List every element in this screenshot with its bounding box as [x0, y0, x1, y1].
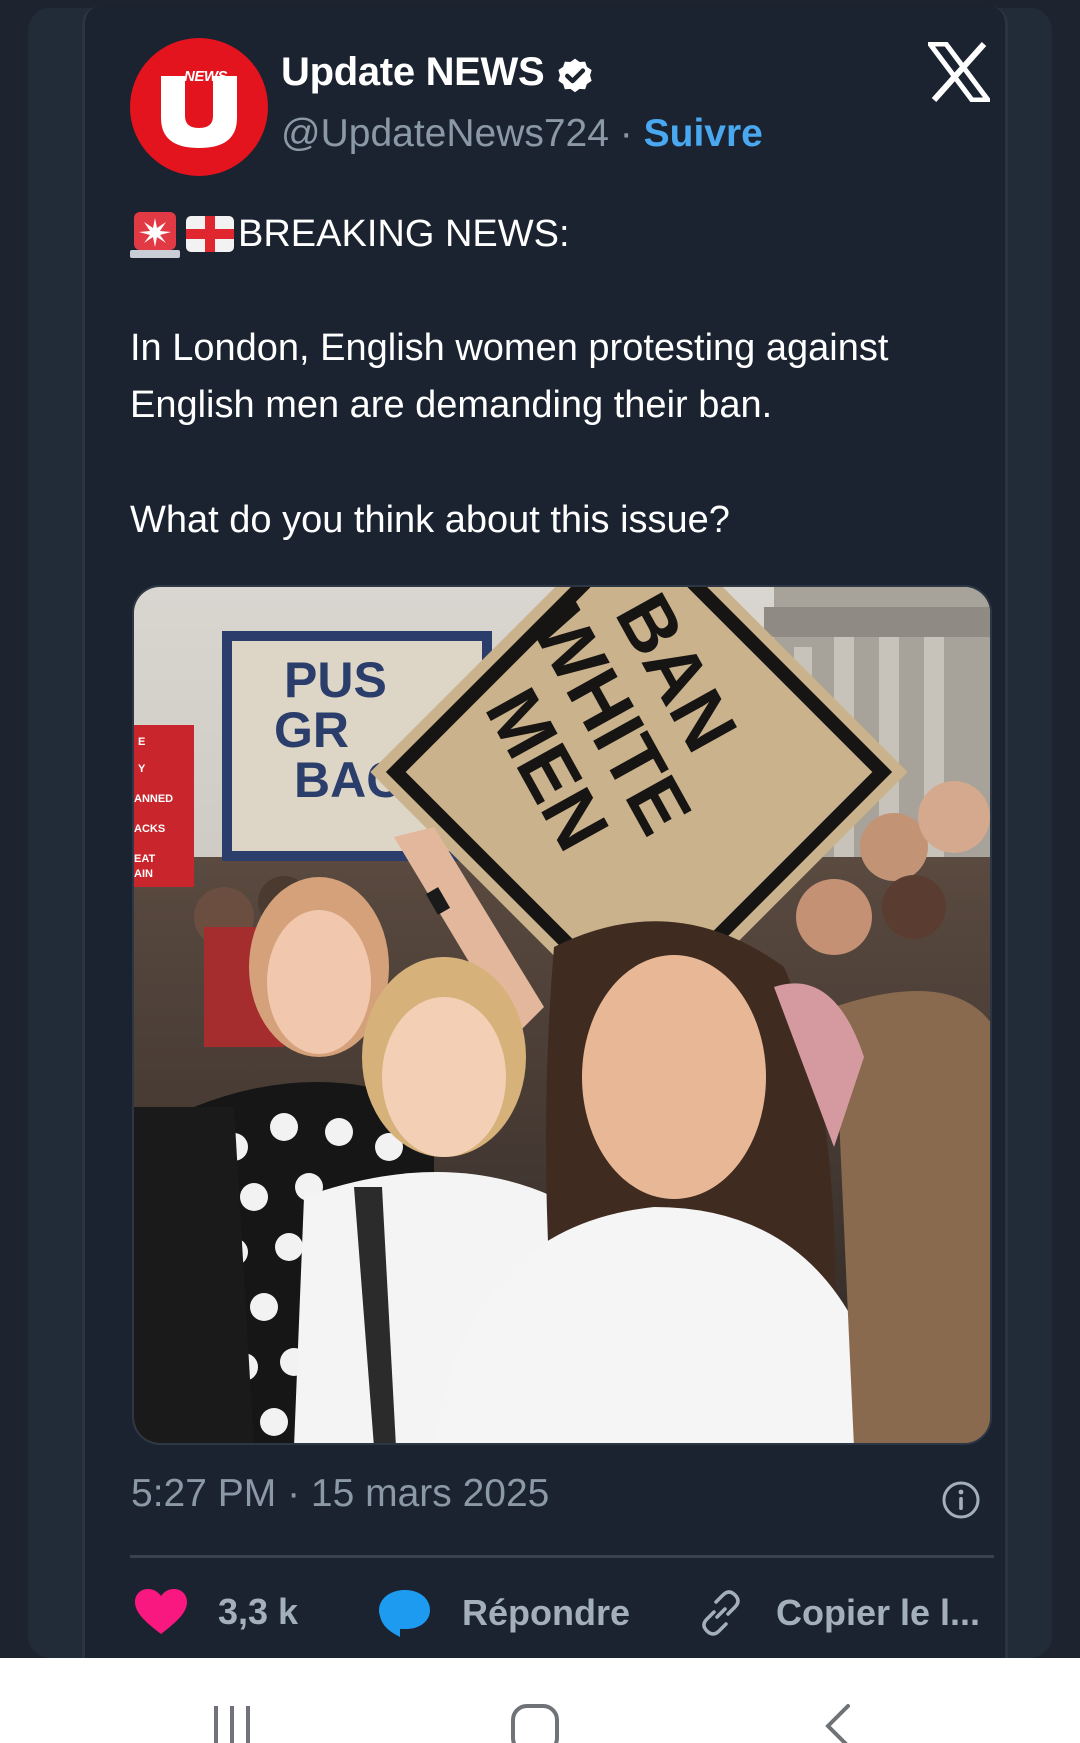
info-icon[interactable]	[941, 1480, 981, 1520]
handle-separator: ·	[608, 112, 644, 155]
protest-photo-illustration: E Y ANNED ACKS EAT AIN PUS GR BAC BAN WH…	[134, 587, 990, 1443]
left-sign-text: PUS	[284, 652, 387, 708]
tweet-headline-row: BREAKING NEWS:	[130, 206, 990, 263]
divider	[130, 1555, 994, 1558]
follow-button[interactable]: Suivre	[644, 112, 763, 155]
reply-button[interactable]: Répondre	[378, 1588, 630, 1638]
siren-emoji-icon	[130, 210, 182, 260]
verified-badge-icon	[558, 58, 592, 93]
tweet-question: What do you think about this issue?	[130, 499, 730, 541]
link-icon	[702, 1590, 740, 1636]
copy-link-label: Copier le l...	[776, 1592, 981, 1633]
x-logo-icon[interactable]	[928, 42, 990, 102]
recent-apps-icon[interactable]	[210, 1704, 254, 1743]
tweet-body: In London, English women protesting agai…	[130, 327, 889, 426]
like-count: 3,3 k	[218, 1591, 299, 1632]
tweet-timestamp[interactable]: 5:27 PM · 15 mars 2025	[131, 1472, 549, 1516]
copy-link-button[interactable]: Copier le l...	[696, 1588, 980, 1638]
home-icon[interactable]	[510, 1704, 560, 1743]
left-sign-text: GR	[274, 702, 349, 758]
screen: NEWS Update NEWS @UpdateNews724 · Suivre	[0, 0, 1080, 1743]
tweet-photo[interactable]: E Y ANNED ACKS EAT AIN PUS GR BAC BAN WH…	[132, 585, 992, 1445]
reply-label: Répondre	[462, 1592, 631, 1633]
tweet-headline: BREAKING NEWS:	[238, 213, 570, 255]
author-name[interactable]: Update NEWS	[281, 50, 545, 95]
red-sign-text: ACKS	[134, 823, 165, 835]
like-button[interactable]: 3,3 k	[134, 1588, 298, 1636]
speech-bubble-icon	[379, 1590, 430, 1637]
red-sign-text: AIN	[134, 868, 153, 880]
back-icon[interactable]	[822, 1704, 854, 1743]
england-flag-icon	[184, 210, 236, 260]
red-sign-text: ANNED	[134, 793, 173, 805]
red-sign-text: E	[138, 736, 145, 748]
red-sign-text: EAT	[134, 853, 155, 865]
author-handle[interactable]: @UpdateNews724	[281, 112, 609, 155]
red-sign-text: Y	[138, 763, 146, 775]
heart-icon	[135, 1589, 187, 1634]
avatar-news-tag: NEWS	[184, 68, 228, 85]
author-avatar[interactable]: NEWS	[130, 38, 268, 176]
handle-row: @UpdateNews724 · Suivre	[281, 112, 763, 156]
